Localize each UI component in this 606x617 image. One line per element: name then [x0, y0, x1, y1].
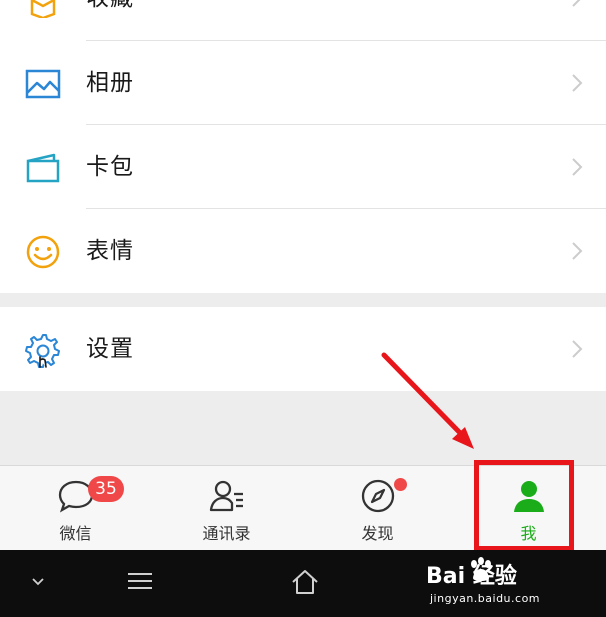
menu-item-label: 表情	[86, 238, 134, 264]
home-icon[interactable]	[290, 568, 320, 596]
menu-item-label: 相册	[86, 70, 134, 96]
tab-discover[interactable]: 发现	[302, 466, 453, 551]
chevron-right-icon	[572, 242, 583, 260]
menu-item-settings[interactable]: 设置	[0, 307, 606, 391]
chevron-right-icon	[572, 158, 583, 176]
section-gap	[0, 293, 606, 307]
tab-contacts[interactable]: 通讯录	[151, 466, 302, 551]
compass-icon	[361, 479, 394, 513]
bottom-tab-bar: 35 微信 通讯录 发现 我	[0, 465, 606, 550]
watermark-main-text: Bai 经验	[426, 564, 517, 589]
menu-item-label: 卡包	[86, 154, 134, 180]
gear-icon	[25, 334, 60, 368]
tab-chats[interactable]: 35 微信	[0, 466, 151, 551]
unread-badge: 35	[88, 476, 124, 502]
tab-me[interactable]: 我	[453, 466, 604, 551]
menu-item-label: 设置	[86, 336, 134, 362]
watermark-url: jingyan.baidu.com	[430, 592, 541, 605]
new-content-dot	[394, 478, 407, 491]
chevron-down-icon[interactable]	[30, 576, 46, 588]
album-picture-icon	[25, 69, 61, 99]
person-icon	[513, 481, 544, 512]
menu-item-label: 收藏	[86, 0, 134, 40]
tab-label: 通讯录	[202, 524, 251, 543]
contacts-icon	[209, 480, 243, 512]
annotation-arrow-icon	[381, 352, 474, 449]
tab-label: 发现	[361, 524, 394, 543]
chevron-right-icon	[572, 74, 583, 92]
menu-item-favorites[interactable]: 收藏	[0, 0, 606, 40]
card-wallet-icon	[26, 153, 60, 183]
menu-item-stickers[interactable]: 表情	[0, 209, 606, 293]
baidu-jingyan-watermark: Bai 经验 jingyan.baidu.com	[426, 556, 576, 612]
tab-label: 我	[520, 524, 537, 543]
chevron-right-icon	[572, 340, 583, 358]
menu-item-album[interactable]: 相册	[0, 41, 606, 125]
favorites-cube-icon	[30, 0, 56, 18]
chevron-right-icon	[572, 0, 581, 7]
tab-label: 微信	[59, 524, 92, 543]
wechat-me-screen: 收藏 相册 卡包 表情	[0, 0, 606, 617]
menu-item-card-wallet[interactable]: 卡包	[0, 125, 606, 209]
menu-lines-icon[interactable]	[126, 570, 154, 592]
empty-area	[0, 391, 606, 465]
smiley-face-icon	[26, 235, 60, 269]
